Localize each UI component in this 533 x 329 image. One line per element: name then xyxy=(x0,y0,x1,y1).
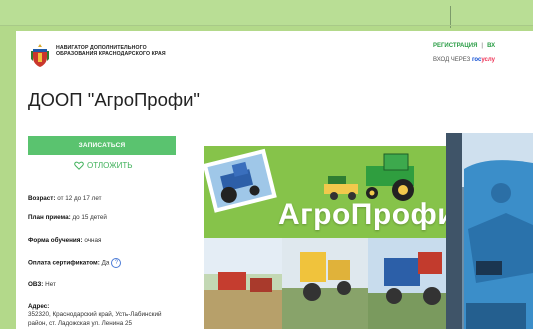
study-form-value: очная xyxy=(84,237,102,244)
machinery-photos xyxy=(204,238,450,329)
plan-label: План приема: xyxy=(28,214,71,221)
address-line-2: район, ст. Ладожская ул. Ленина 25 xyxy=(28,319,133,327)
auth-separator: | xyxy=(481,43,484,49)
certificate-payment-row: Оплата сертификатом: Да? xyxy=(28,258,122,268)
blue-tractor-photo xyxy=(446,133,533,329)
plan-value: до 15 детей xyxy=(72,214,107,221)
address-label: Адрес: xyxy=(28,303,50,310)
study-form-row: Форма обучения: очная xyxy=(28,237,101,244)
login-link[interactable]: ВХ xyxy=(487,43,495,49)
enroll-button[interactable]: ЗАПИСАТЬСЯ xyxy=(28,136,176,155)
study-form-label: Форма обучения: xyxy=(28,237,83,244)
brand-text: НАВИГАТОР ДОПОЛНИТЕЛЬНОГО ОБРАЗОВАНИЯ КР… xyxy=(56,45,166,58)
question-circle-icon[interactable]: ? xyxy=(111,258,122,268)
program-banner-image[interactable]: АгроПрофи xyxy=(204,146,450,329)
heart-icon xyxy=(74,161,84,170)
top-line xyxy=(0,25,533,26)
program-page-card: НАВИГАТОР ДОПОЛНИТЕЛЬНОГО ОБРАЗОВАНИЯ КР… xyxy=(16,31,533,329)
address-block: Адрес: 352320, Краснодарский край, Усть-… xyxy=(28,303,161,328)
ovz-row: ОВЗ: Нет xyxy=(28,281,56,288)
side-tractor-photo[interactable] xyxy=(446,133,533,329)
browser-top-strip xyxy=(0,0,533,28)
register-link[interactable]: РЕГИСТРАЦИЯ xyxy=(433,43,477,49)
gosuslugi-logo-part2: услу xyxy=(481,57,495,63)
gosuslugi-prefix: ВХОД ЧЕРЕЗ xyxy=(433,57,471,63)
banner-title: АгроПрофи xyxy=(278,198,450,231)
certificate-payment-value: Да xyxy=(101,259,110,267)
age-value: от 12 до 17 лет xyxy=(57,195,102,202)
postpone-button[interactable]: ОТЛОЖИТЬ xyxy=(74,161,133,170)
ovz-value: Нет xyxy=(45,281,56,288)
age-row: Возраст: от 12 до 17 лет xyxy=(28,195,102,202)
page-title: ДООП "АгроПрофи" xyxy=(28,89,200,110)
krasnodar-crest-icon xyxy=(31,44,49,67)
auth-links: РЕГИСТРАЦИЯ | ВХ ВХОД ЧЕРЕЗ госуслу xyxy=(433,43,533,63)
postpone-label: ОТЛОЖИТЬ xyxy=(87,161,133,170)
plan-row: План приема: до 15 детей xyxy=(28,214,107,221)
certificate-payment-label: Оплата сертификатом: xyxy=(28,259,100,267)
ovz-label: ОВЗ: xyxy=(28,281,44,288)
age-label: Возраст: xyxy=(28,195,56,202)
site-brand[interactable]: НАВИГАТОР ДОПОЛНИТЕЛЬНОГО ОБРАЗОВАНИЯ КР… xyxy=(30,42,166,68)
address-line-1: 352320, Краснодарский край, Усть-Лабинск… xyxy=(28,311,162,319)
gosuslugi-logo-part1: гос xyxy=(471,57,482,63)
gosuslugi-login-link[interactable]: ВХОД ЧЕРЕЗ госуслу xyxy=(433,57,533,63)
